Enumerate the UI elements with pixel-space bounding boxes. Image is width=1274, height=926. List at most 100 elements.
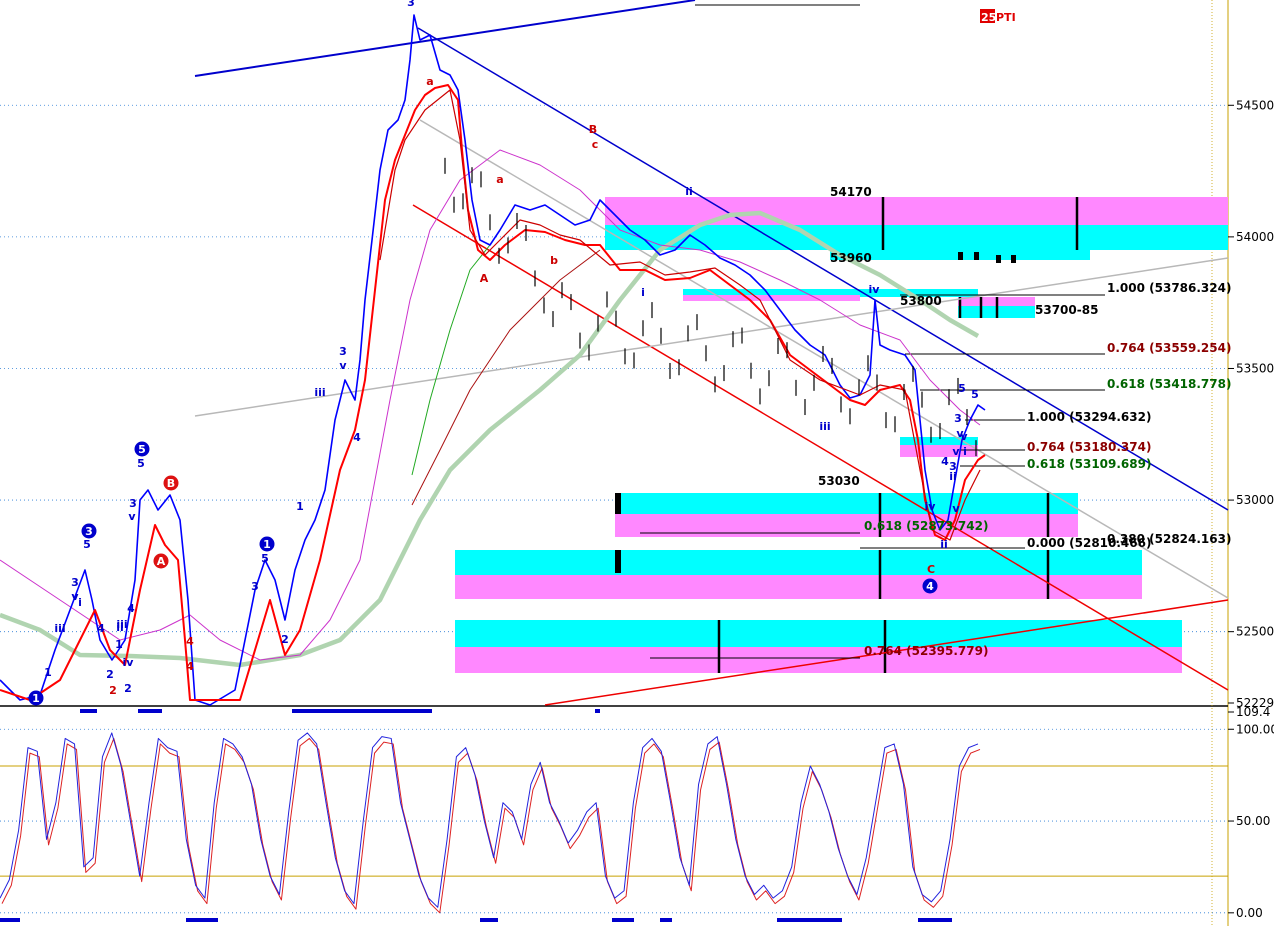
- wave-label: v: [71, 590, 79, 603]
- zone-tick: [1011, 255, 1016, 263]
- wave-label: 4: [186, 635, 194, 648]
- wave-label: a: [426, 75, 433, 88]
- signal-bar: [660, 918, 672, 922]
- badge-text: PTI: [996, 11, 1016, 24]
- osc-axis-label: 109.4: [1236, 705, 1270, 719]
- level-label: 53030: [818, 474, 860, 488]
- signal-bar: [292, 709, 432, 713]
- wave-label: i: [78, 596, 82, 609]
- wave-label: i: [641, 286, 645, 299]
- wave-label: ii: [940, 538, 948, 551]
- price-axis-label: 53500.: [1236, 361, 1274, 375]
- wave-label: 2: [281, 633, 289, 646]
- wave-label: 3: [251, 580, 259, 593]
- price-axis-label: 53000.: [1236, 493, 1274, 507]
- osc-axis-label: 0.00: [1236, 906, 1263, 920]
- wave-label: 1: [296, 500, 304, 513]
- level-label: 0.618 (52873.742): [864, 519, 988, 533]
- upper-trendline: [194, 0, 696, 77]
- level-label: 1.000 (53786.324): [1107, 281, 1231, 295]
- target-zone: [605, 225, 1228, 250]
- elliott-wave-chart: 54170 53960 53800 53700-85 53030 1.000 (53786…: [0, 0, 1274, 926]
- wave-label: 3: [71, 576, 79, 589]
- oscillator-d-line: [1, 737, 981, 914]
- wave-label: 5: [971, 388, 979, 401]
- wave-label: 4: [97, 622, 105, 635]
- target-zone: [605, 197, 1228, 225]
- level-label: 53800: [900, 294, 942, 308]
- circled-wave-text: 3: [85, 525, 93, 538]
- circled-wave-text: A: [157, 555, 166, 568]
- level-label: 0.764 (53180.374): [1027, 440, 1151, 454]
- wave-label: 5: [958, 382, 966, 395]
- wave-label: a: [496, 173, 503, 186]
- signal-bar: [186, 918, 218, 922]
- circled-wave-text: B: [167, 477, 175, 490]
- signal-bar: [595, 709, 600, 713]
- price-axis-label: 54000.: [1236, 230, 1274, 244]
- wave-label: 4: [127, 602, 135, 615]
- level-label: 53700-85: [1035, 303, 1098, 317]
- chart-stage: 54170 53960 53800 53700-85 53030 1.000 (53786…: [0, 0, 1274, 926]
- wave-label: 3: [407, 0, 415, 9]
- gray-trendline-1: [194, 257, 1229, 417]
- zone-tick: [974, 252, 979, 260]
- signal-bar: [480, 918, 498, 922]
- wave-label: c: [592, 138, 599, 151]
- wave-label: iv: [869, 283, 881, 296]
- wave-label: iv: [925, 500, 937, 513]
- wave-label: 2: [106, 668, 114, 681]
- descending-channel-top: [417, 27, 1229, 511]
- wave-label: iv: [123, 656, 135, 669]
- wave-label: 4: [941, 455, 949, 468]
- osc-axis-label: 100.00: [1236, 722, 1274, 736]
- wave-label: B: [589, 123, 597, 136]
- target-zone: [455, 647, 1182, 673]
- wave-label: v: [952, 502, 960, 515]
- level-label: 0.764 (53559.254): [1107, 341, 1231, 355]
- wave-label: C: [927, 563, 935, 576]
- wave-label: v: [339, 359, 347, 372]
- envelope-red: [379, 89, 981, 541]
- wave-label: 3: [954, 412, 962, 425]
- osc-axis-label: 50.00: [1236, 814, 1270, 828]
- oscillator-k-line: [0, 732, 979, 908]
- wave-label: 5: [137, 457, 145, 470]
- circled-wave-text: 5: [138, 443, 146, 456]
- wave-label: 4: [353, 431, 361, 444]
- circled-wave-text: 1: [32, 692, 40, 705]
- wave-label: v: [128, 510, 136, 523]
- level-label: 0.764 (52395.779): [864, 644, 988, 658]
- wave-label: iii: [314, 386, 325, 399]
- signal-bar: [612, 918, 634, 922]
- badge-number: 25: [981, 11, 996, 24]
- wave-label: ii: [685, 185, 693, 198]
- wave-label: v: [960, 430, 968, 443]
- wave-label: 3: [129, 497, 137, 510]
- wave-label: A: [480, 272, 489, 285]
- target-zone: [455, 575, 1142, 599]
- wave-label: 2: [124, 682, 132, 695]
- wave-label: 5: [261, 552, 269, 565]
- wave-label: ii: [116, 621, 124, 634]
- signal-bar: [918, 918, 952, 922]
- price-axis-label: 52500.: [1236, 625, 1274, 639]
- price-line-blue: [0, 14, 986, 706]
- price-axis-label: 54500.: [1236, 98, 1274, 112]
- wave-label: 3: [949, 460, 957, 473]
- signal-bar: [0, 918, 20, 922]
- level-label: 54170: [830, 185, 872, 199]
- short-darkred-average: [411, 249, 601, 506]
- wave-label: iii: [54, 622, 65, 635]
- wave-label: 3: [339, 345, 347, 358]
- target-zone: [615, 514, 1078, 537]
- wave-label: 1: [115, 638, 123, 651]
- wave-label: 5: [83, 538, 91, 551]
- wave-label: v: [952, 445, 960, 458]
- target-zone: [455, 550, 1142, 575]
- target-zone: [615, 493, 1078, 514]
- level-label: 1.000 (53294.632): [1027, 410, 1151, 424]
- zone-tick: [996, 255, 1001, 263]
- wave-label: 1: [44, 666, 52, 679]
- level-label: 0.618 (53418.778): [1107, 377, 1231, 391]
